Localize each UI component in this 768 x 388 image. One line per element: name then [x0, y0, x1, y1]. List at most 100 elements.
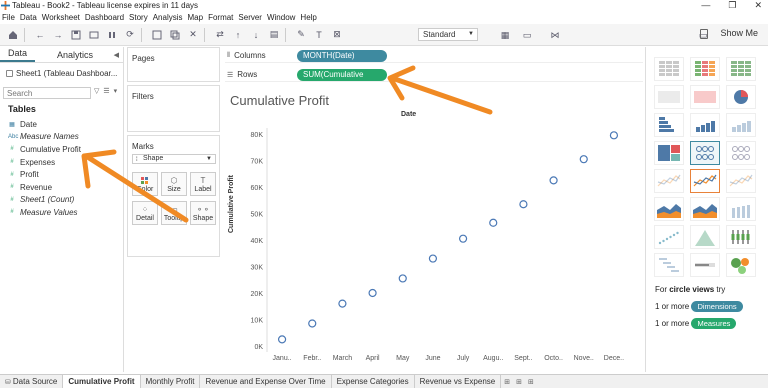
data-point[interactable]	[519, 200, 528, 209]
show-me-area-discrete-icon[interactable]	[690, 197, 720, 221]
share-icon[interactable]: ⋈	[548, 28, 562, 42]
show-me-scatter-plot-icon[interactable]	[654, 225, 684, 249]
tab-revenue-vs-expense[interactable]: Revenue vs Expense	[415, 374, 502, 388]
show-me-dual-combination-icon[interactable]	[726, 197, 756, 221]
search-input[interactable]	[3, 87, 91, 99]
show-cards-icon[interactable]: ▦	[498, 28, 512, 42]
tab-analytics[interactable]: Analytics	[49, 50, 101, 62]
filter-icon[interactable]: ▽	[94, 87, 99, 95]
clear-sheet-icon[interactable]: ✕	[186, 28, 200, 42]
dropdown-icon[interactable]: ▾	[114, 87, 118, 95]
data-point[interactable]	[398, 274, 407, 283]
labels-icon[interactable]: T	[312, 28, 326, 42]
tab-revenue-expense-time[interactable]: Revenue and Expense Over Time	[200, 374, 332, 388]
group-icon[interactable]: ▤	[267, 28, 281, 42]
show-me-highlight-table-icon[interactable]	[726, 57, 756, 81]
menu-help[interactable]: Help	[300, 13, 316, 22]
menu-file[interactable]: File	[2, 13, 15, 22]
tab-data-source[interactable]: ⛁ Data Source	[0, 374, 64, 388]
color-button[interactable]: Color	[132, 172, 158, 196]
tooltip-button[interactable]: ▭ Tooltip	[161, 201, 187, 225]
show-me-side-by-side-circles-icon[interactable]	[726, 141, 756, 165]
highlight-icon[interactable]: ✎	[294, 28, 308, 42]
view-list-icon[interactable]: ☰	[103, 87, 109, 95]
tab-data[interactable]: Data	[0, 48, 36, 62]
restore-icon[interactable]: ❐	[728, 0, 736, 11]
tab-monthly-profit[interactable]: Monthly Profit	[141, 374, 201, 388]
show-me-circle-view-icon[interactable]	[690, 141, 720, 165]
label-button[interactable]: T Label	[190, 172, 216, 196]
minimize-icon[interactable]: —	[701, 0, 710, 11]
field-expenses[interactable]: # Expenses	[8, 156, 81, 169]
collapse-pane-icon[interactable]: ◀	[114, 51, 119, 59]
filters-card[interactable]: Filters	[127, 85, 220, 132]
field-cumulative-profit[interactable]: # Cumulative Profit	[8, 143, 81, 156]
data-point[interactable]	[428, 254, 438, 263]
refresh-icon[interactable]: ⟳	[123, 28, 137, 42]
show-me-dual-line-icon[interactable]	[726, 169, 756, 193]
show-me-pie-chart-icon[interactable]	[726, 85, 756, 109]
data-point[interactable]	[458, 234, 468, 243]
swap-icon[interactable]: ⇄	[213, 28, 227, 42]
field-revenue[interactable]: # Revenue	[8, 181, 81, 194]
data-point[interactable]	[579, 155, 588, 164]
new-worksheet-icon[interactable]	[150, 28, 164, 42]
pause-updates-icon[interactable]	[105, 28, 119, 42]
show-me-horizontal-bars-icon[interactable]	[654, 113, 684, 137]
show-me-box-and-whisker-icon[interactable]	[726, 225, 756, 249]
menu-worksheet[interactable]: Worksheet	[42, 13, 80, 22]
sort-desc-icon[interactable]: ↓	[249, 28, 263, 42]
save-icon[interactable]	[69, 28, 83, 42]
show-me-line-continuous-icon[interactable]	[654, 169, 684, 193]
columns-pill[interactable]: MONTH(Date)	[297, 50, 387, 62]
show-me-stacked-bars-icon[interactable]	[690, 113, 720, 137]
undo-icon[interactable]: ←	[33, 28, 47, 42]
menu-format[interactable]: Format	[208, 13, 233, 22]
new-story-icon[interactable]: ⊞	[525, 378, 537, 386]
show-me-heat-map-icon[interactable]	[690, 57, 720, 81]
field-sheet1-count[interactable]: # Sheet1 (Count)	[8, 194, 81, 207]
pages-card[interactable]: Pages	[127, 47, 220, 82]
menu-map[interactable]: Map	[188, 13, 204, 22]
menu-window[interactable]: Window	[267, 13, 295, 22]
data-point[interactable]	[549, 176, 558, 185]
columns-shelf[interactable]: ⦀ Columns MONTH(Date)	[225, 48, 643, 63]
data-point[interactable]	[277, 335, 287, 344]
tab-cumulative-profit[interactable]: Cumulative Profit	[63, 374, 141, 388]
show-me-text-table-icon[interactable]	[654, 57, 684, 81]
data-point[interactable]	[308, 319, 317, 328]
tab-expense-categories[interactable]: Expense Categories	[332, 374, 415, 388]
rows-pill[interactable]: SUM(Cumulative Pro...	[297, 69, 387, 91]
new-sheet-icon[interactable]: ⊞	[501, 378, 513, 386]
data-point[interactable]	[368, 288, 377, 298]
show-me-treemap-icon[interactable]	[654, 141, 684, 165]
menu-analysis[interactable]: Analysis	[153, 13, 183, 22]
field-measure-values[interactable]: # Measure Values	[8, 206, 81, 219]
menu-story[interactable]: Story	[129, 13, 148, 22]
show-me-button[interactable]: Show Me	[720, 28, 758, 38]
data-point[interactable]	[489, 218, 498, 227]
menu-server[interactable]: Server	[238, 13, 262, 22]
detail-button[interactable]: ⁘ Detail	[132, 201, 158, 225]
show-me-bullet-graph-icon[interactable]	[690, 253, 720, 277]
menu-dashboard[interactable]: Dashboard	[85, 13, 124, 22]
home-icon[interactable]	[6, 28, 20, 42]
show-me-filled-map-icon[interactable]	[690, 85, 720, 109]
fit-select[interactable]: Standard ▼	[418, 28, 478, 41]
fix-axes-icon[interactable]: ⊠	[330, 28, 344, 42]
data-point[interactable]	[338, 299, 347, 308]
shape-button[interactable]: ⚬⚬ Shape	[190, 201, 216, 225]
show-me-area-continuous-icon[interactable]	[654, 197, 684, 221]
field-profit[interactable]: # Profit	[8, 168, 81, 181]
show-me-side-by-side-bars-icon[interactable]	[726, 113, 756, 137]
show-me-histogram-icon[interactable]	[690, 225, 720, 249]
data-point[interactable]	[609, 131, 619, 140]
show-me-line-discrete-icon[interactable]	[690, 169, 720, 193]
new-dashboard-icon[interactable]: ⊞	[513, 378, 525, 386]
new-datasource-icon[interactable]	[87, 28, 101, 42]
presentation-icon[interactable]: ▭	[520, 28, 534, 42]
close-icon[interactable]: ✕	[754, 0, 762, 11]
menu-data[interactable]: Data	[20, 13, 37, 22]
show-me-symbol-map-icon[interactable]	[654, 85, 684, 109]
datasource-item[interactable]: Sheet1 (Tableau Dashboar...	[6, 69, 117, 78]
